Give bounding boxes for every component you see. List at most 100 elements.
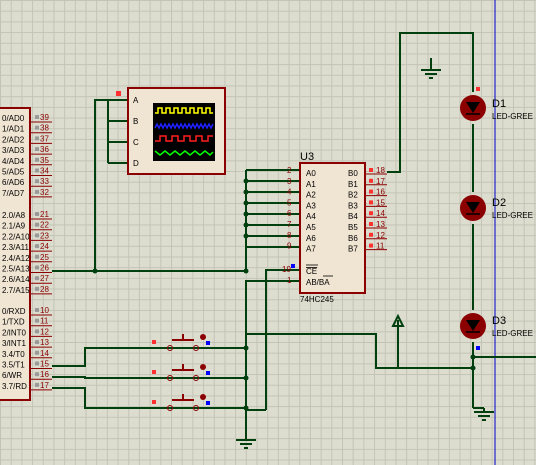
pushbutton-1-probe-red (152, 340, 156, 344)
ic-ce-label: CE (306, 267, 317, 276)
mcu-port0-pin-marker-4 (35, 157, 39, 162)
mcu-port2-pin-marker-1 (35, 222, 39, 227)
mcu-port2-pin-7: 28 (40, 285, 49, 294)
ground-symbol-bottom-right[interactable] (473, 407, 494, 421)
scope-probe-marker (116, 91, 121, 96)
mcu-port2-pin-4: 25 (40, 253, 49, 262)
mcu-port0-pin-0: 39 (40, 113, 49, 122)
power-symbol[interactable] (391, 313, 405, 327)
wire-p37-btn3[interactable] (52, 387, 246, 409)
mcu-port2-label-2: 2.2/A10 (2, 232, 30, 241)
ic-b-label-0: B0 (348, 169, 358, 178)
mcu-port2-label-0: 2.0/A8 (2, 211, 26, 220)
mcu-port2-pin-0: 21 (40, 210, 49, 219)
mcu-port2-label-1: 2.1/A9 (2, 222, 26, 231)
mcu-port0-pin-4: 35 (40, 156, 49, 165)
wire-b0-led[interactable] (387, 32, 474, 173)
mcu-port0-label-0: 0/AD0 (2, 114, 25, 123)
led-d3-part: LED-GREE (492, 329, 533, 338)
mcu-port3-label-4: 3.4/T0 (2, 350, 25, 359)
ic-b-probe-1 (369, 178, 373, 183)
mcu-port0-label-5: 5/AD5 (2, 168, 25, 177)
ic-ce-probe (291, 264, 295, 268)
mcu-port3-pin-marker-5 (35, 361, 39, 366)
wire-p35-btn2[interactable] (52, 376, 246, 379)
ic-a-label-1: A1 (306, 180, 316, 189)
oscilloscope[interactable]: A B C D (116, 87, 226, 175)
wire-p33-btn1[interactable] (52, 347, 246, 367)
wire-ce[interactable] (265, 269, 300, 410)
mcu-port2-label-6: 2.6/A14 (2, 275, 30, 284)
mcu-port3-pin-0: 10 (40, 306, 49, 315)
pushbutton-3-probe-blue (206, 401, 210, 405)
led-d1-ref: D1 (492, 98, 506, 110)
pushbutton-2-indicator (200, 364, 206, 370)
mcu-port0-label-6: 6/AD6 (2, 178, 25, 187)
mcu-port3-label-6: 6/WR (2, 371, 22, 380)
mcu-port3-label-3: 3/INT1 (2, 339, 27, 348)
mcu-port3-pin-1: 11 (40, 317, 49, 326)
ic-a-label-5: A5 (306, 223, 316, 232)
led-d1[interactable]: D1 LED-GREE (460, 87, 533, 121)
mcu-port0-pin-marker-6 (35, 179, 39, 184)
led-d3[interactable]: D3 LED-GREE (460, 313, 533, 350)
ground-symbol-bottom-left[interactable] (236, 439, 256, 449)
wire-dir[interactable] (245, 280, 300, 440)
mcu-port3-label-0: 0/RXD (2, 307, 26, 316)
ic-dir-pin: 1 (287, 276, 292, 285)
ic-part: 74HC245 (300, 295, 334, 304)
mcu-port3-pin-marker-0 (35, 308, 39, 312)
mcu-port0-pin-7: 32 (40, 188, 49, 197)
mcu-port2-pin-2: 23 (40, 231, 49, 240)
scope-channel-d: D (133, 159, 139, 168)
mcu-port3-label-7: 3.7/RD (2, 382, 27, 391)
wire-feedback[interactable] (246, 333, 473, 369)
mcu-port2-pin-marker-5 (35, 265, 39, 270)
mcu-port3-pin-2: 12 (40, 327, 49, 336)
ic-a-label-7: A7 (306, 245, 316, 254)
schematic-canvas[interactable]: 0/AD0 391/AD1 382/AD2 373/AD3 364/AD4 355/AD5… (0, 0, 536, 465)
mcu-port3-pin-6: 16 (40, 370, 49, 379)
ic-a-label-3: A3 (306, 201, 316, 210)
pushbutton-1-indicator (200, 334, 206, 340)
ic-a-label-4: A4 (306, 212, 316, 221)
mcu-port0-pin-1: 38 (40, 124, 49, 133)
mcu-port2-label-7: 2.7/A15 (2, 286, 30, 295)
ic-a-label-6: A6 (306, 234, 316, 243)
wire-scope-a[interactable] (94, 99, 128, 271)
mcu-port3-pin-marker-1 (35, 318, 39, 323)
mcu-port3-pin-marker-3 (35, 340, 39, 345)
ic-a-pin-6: 8 (287, 231, 292, 240)
scope-channel-b: B (133, 117, 138, 126)
mcu-port0-pin-marker-7 (35, 189, 39, 194)
ground-symbol-top[interactable] (421, 69, 441, 79)
mcu-port2-pin-6: 27 (40, 274, 49, 283)
mcu-port0-pin-marker-1 (35, 125, 39, 130)
mcu-port3-pin-5: 15 (40, 360, 49, 369)
mcu-port2-pin-marker-4 (35, 254, 39, 259)
ic-b-label-4: B4 (348, 212, 358, 221)
ic-b-label-5: B5 (348, 223, 358, 232)
ic-a-label-0: A0 (306, 169, 316, 178)
ic-b-probe-2 (369, 189, 373, 194)
mcu-port2-pin-3: 24 (40, 242, 49, 251)
mcu-port3-pin-marker-7 (35, 382, 39, 387)
mcu-port3-label-2: 2/INT0 (2, 328, 27, 337)
ic-a-pin-1: 3 (287, 177, 292, 186)
mcu-port3-label-5: 3.5/T1 (2, 361, 25, 370)
mcu-port2-label-3: 2.3/A11 (2, 243, 30, 252)
wires[interactable] (52, 32, 536, 440)
mcu-port0-pin-marker-3 (35, 147, 39, 152)
ic-b-label-2: B2 (348, 191, 358, 200)
pushbutton-2-probe-red (152, 370, 156, 374)
mcu-port2-pin-marker-0 (35, 212, 39, 216)
mcu-port3-pin-marker-6 (35, 372, 39, 377)
ic-b-probe-6 (369, 232, 373, 237)
led-d2[interactable]: D2 LED-GREE (460, 195, 533, 221)
ic-dir-label: AB/BA (306, 278, 330, 287)
mcu-port2-pin-marker-7 (35, 286, 39, 291)
mcu-port0-pin-6: 33 (40, 177, 49, 186)
ic-b-label-3: B3 (348, 201, 358, 210)
microcontroller[interactable]: 0/AD0 39 1/AD1 38 2/AD2 37 3/AD3 36 4/AD4 35 5/AD5… (0, 107, 52, 401)
ic-b-probe-5 (369, 222, 373, 226)
